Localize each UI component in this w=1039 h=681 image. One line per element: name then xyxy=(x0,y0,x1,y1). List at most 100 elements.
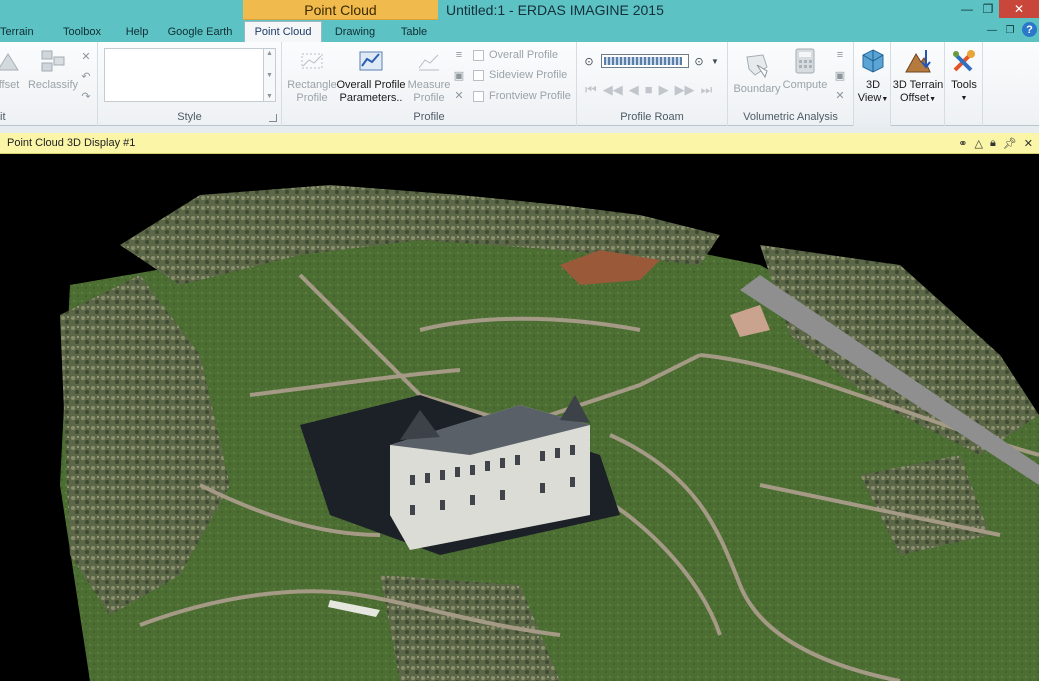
overall-profile-checkbox-label: Overall Profile xyxy=(489,49,559,61)
volume-delete-icon[interactable]: ✕ xyxy=(834,89,846,102)
roam-end-icon[interactable]: ⊙ xyxy=(693,55,705,68)
tab-help[interactable]: Help xyxy=(118,21,156,42)
mountain-icon xyxy=(903,46,933,76)
style-dialog-launcher[interactable] xyxy=(269,114,277,122)
profile-roam-slider[interactable] xyxy=(601,54,689,68)
roam-player-controls: ⏮ ◀◀ ◀ ■ ▶ ▶▶ ⏭ xyxy=(585,82,712,98)
ribbon-tabs: Terrain Toolbox Help Google Earth Point … xyxy=(0,21,440,42)
rectangle-profile-label-line1: Rectangle xyxy=(287,79,337,91)
measure-profile-button[interactable]: Measure Profile xyxy=(404,46,454,105)
tab-table[interactable]: Table xyxy=(388,21,440,42)
profile-list-icon[interactable]: ≡ xyxy=(453,49,465,61)
overall-profile-checkbox[interactable] xyxy=(473,49,484,61)
dropdown-arrow-icon: ▼ xyxy=(929,96,937,103)
profile-roam-group: ⊙ ⊙ ▼ ⏮ ◀◀ ◀ ■ ▶ ▶▶ ⏭ Profile Roam xyxy=(577,42,728,126)
viewer-header-controls: ⚭ △ 🔒︎ 📌︎ ✕ xyxy=(958,133,1033,154)
compute-button[interactable]: Compute xyxy=(780,46,830,92)
undo-icon[interactable]: ↶ xyxy=(80,70,92,83)
3d-terrain-offset-button[interactable]: 3D Terrain Offset▼ xyxy=(892,46,944,106)
viewer-title: Point Cloud 3D Display #1 xyxy=(7,137,136,149)
terrain-offset-group: 3D Terrain Offset▼ xyxy=(891,42,945,126)
rectangle-profile-button[interactable]: Rectangle Profile xyxy=(286,46,338,105)
tab-toolbox[interactable]: Toolbox xyxy=(46,21,118,42)
sideview-profile-checkbox-label: Sideview Profile xyxy=(489,69,568,81)
style-group-label: Style xyxy=(177,111,202,123)
sideview-profile-checkbox-row[interactable]: Sideview Profile xyxy=(473,69,567,81)
profile-group: Rectangle Profile Overall Profile Parame… xyxy=(282,42,577,126)
reclassify-label: Reclassify xyxy=(27,79,79,91)
close-viewer-icon[interactable]: ✕ xyxy=(1024,137,1033,150)
restore-button[interactable]: ❐ xyxy=(976,0,1000,18)
volumetric-analysis-group: Boundary Compute ≡ ▣ ✕ Volumetric Analys… xyxy=(728,42,854,126)
link-icon[interactable]: ⚭ xyxy=(958,137,967,150)
first-frame-icon[interactable]: ⏮ xyxy=(585,82,597,98)
pin-icon[interactable]: 📌︎ xyxy=(1003,137,1017,150)
delete-icon[interactable]: ✕ xyxy=(80,50,92,63)
tab-drawing[interactable]: Drawing xyxy=(322,21,388,42)
warning-icon[interactable]: △ xyxy=(974,137,982,150)
stop-icon[interactable]: ■ xyxy=(645,82,653,98)
play-reverse-icon[interactable]: ◀ xyxy=(629,82,639,98)
style-gallery[interactable] xyxy=(104,48,264,102)
roam-options-dropdown-icon[interactable]: ▼ xyxy=(709,55,721,67)
tab-terrain[interactable]: Terrain xyxy=(0,21,46,42)
profile-save-icon[interactable]: ▣ xyxy=(453,69,465,82)
tab-point-cloud[interactable]: Point Cloud xyxy=(244,21,322,42)
profile-roam-slider-fill xyxy=(604,57,682,65)
close-button[interactable]: ✕ xyxy=(999,0,1039,18)
roam-start-icon[interactable]: ⊙ xyxy=(583,55,595,68)
title-bar: Point Cloud Untitled:1 - ERDAS IMAGINE 2… xyxy=(0,0,1039,42)
overall-profile-parameters-label-line2: Parameters.. xyxy=(339,92,403,104)
view3d-group: 3D View▼ xyxy=(854,42,891,126)
volume-list-icon[interactable]: ≡ xyxy=(834,49,846,61)
overall-profile-parameters-label-line1: Overall Profile xyxy=(336,79,406,91)
compute-label: Compute xyxy=(782,79,828,91)
point-cloud-rendering xyxy=(60,185,1039,681)
scroll-down-icon[interactable]: ▼ xyxy=(266,72,273,79)
tools-button[interactable]: Tools ▼ xyxy=(947,46,981,105)
redo-icon[interactable]: ↷ xyxy=(80,90,92,103)
scroll-up-icon[interactable]: ▲ xyxy=(266,50,273,57)
last-frame-icon[interactable]: ⏭ xyxy=(701,82,713,98)
reclassify-button[interactable]: Reclassify xyxy=(28,46,78,92)
dropdown-arrow-icon: ▼ xyxy=(960,95,968,102)
boundary-button[interactable]: Boundary xyxy=(732,50,782,96)
3d-view-button[interactable]: 3D View▼ xyxy=(856,46,890,106)
3d-terrain-offset-label-line2: Offset▼ xyxy=(900,92,936,106)
help-icon[interactable]: ? xyxy=(1022,22,1037,37)
frontview-profile-checkbox[interactable] xyxy=(473,90,484,102)
sideview-profile-checkbox[interactable] xyxy=(473,69,484,81)
3d-view-label-text: View xyxy=(857,92,882,104)
edit-group-label: it xyxy=(0,111,6,123)
reclassify-icon xyxy=(38,46,68,76)
ribbon-restore-button[interactable]: ❐ xyxy=(998,21,1022,39)
step-forward-icon[interactable]: ▶▶ xyxy=(675,82,695,98)
overall-profile-checkbox-row[interactable]: Overall Profile xyxy=(473,49,558,61)
boundary-icon xyxy=(742,50,772,80)
3d-view-label-line2: View▼ xyxy=(858,92,889,106)
frontview-profile-checkbox-row[interactable]: Frontview Profile xyxy=(473,90,571,102)
3d-view-label-line1: 3D xyxy=(865,79,881,91)
ribbon-separator xyxy=(0,126,1039,133)
measure-profile-icon xyxy=(414,46,444,76)
frontview-profile-checkbox-label: Frontview Profile xyxy=(489,90,571,102)
gallery-more-icon[interactable]: ▼ xyxy=(266,93,273,100)
lock-icon[interactable]: 🔒︎ xyxy=(990,137,996,150)
volumetric-analysis-group-label: Volumetric Analysis xyxy=(743,111,838,123)
3d-terrain-offset-label-line1: 3D Terrain xyxy=(892,79,944,91)
step-back-icon[interactable]: ◀◀ xyxy=(603,82,623,98)
rectangle-profile-label-line2: Profile xyxy=(296,92,328,104)
boundary-label: Boundary xyxy=(733,83,781,95)
profile-group-label: Profile xyxy=(413,111,445,123)
dropdown-arrow-icon: ▼ xyxy=(881,96,889,103)
offset-label: ffset xyxy=(0,79,20,91)
context-tab-group-point-cloud: Point Cloud xyxy=(243,0,438,20)
style-gallery-scroll[interactable]: ▲ ▼ ▼ xyxy=(264,48,276,102)
tab-google-earth[interactable]: Google Earth xyxy=(156,21,244,42)
overall-profile-parameters-button[interactable]: Overall Profile Parameters.. xyxy=(336,46,406,105)
offset-button[interactable]: ffset xyxy=(0,46,24,92)
point-cloud-3d-display[interactable] xyxy=(0,155,1039,681)
volume-save-icon[interactable]: ▣ xyxy=(834,69,846,82)
profile-delete-icon[interactable]: ✕ xyxy=(453,89,465,102)
play-icon[interactable]: ▶ xyxy=(659,82,669,98)
